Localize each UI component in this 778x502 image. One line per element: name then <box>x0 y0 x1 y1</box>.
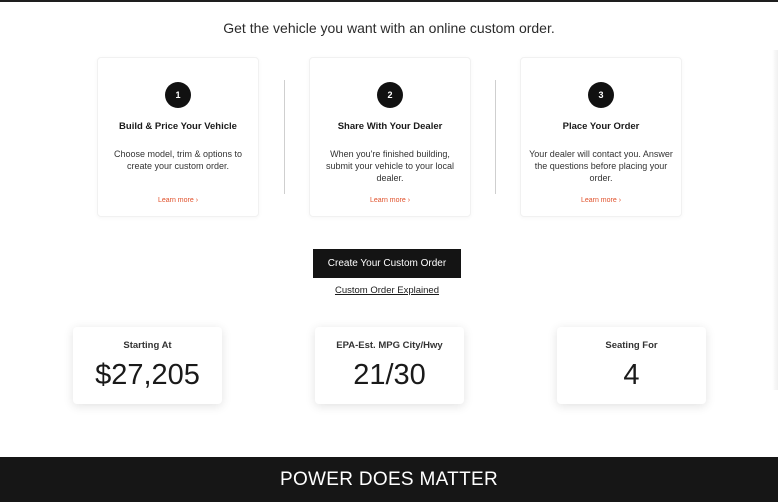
side-panel-shadow <box>772 50 778 390</box>
stat-value: 21/30 <box>353 359 426 391</box>
learn-more-link[interactable]: Learn more › <box>98 197 258 204</box>
step-title: Share With Your Dealer <box>337 121 443 132</box>
banner-title: POWER DOES MATTER <box>280 469 498 490</box>
stat-label: Seating For <box>605 340 658 351</box>
step-divider <box>495 80 496 194</box>
stat-label: Starting At <box>123 340 172 351</box>
step-number-badge: 3 <box>588 82 614 108</box>
stat-value: $27,205 <box>95 359 200 391</box>
step-number-badge: 1 <box>165 82 191 108</box>
stat-value: 4 <box>623 359 640 391</box>
learn-more-link[interactable]: Learn more › <box>310 197 470 204</box>
step-card-share-dealer: 2 Share With Your Dealer When you're fin… <box>309 57 471 217</box>
stat-card-seating: Seating For 4 <box>557 327 706 404</box>
create-custom-order-button[interactable]: Create Your Custom Order <box>313 249 461 278</box>
custom-order-explained-link[interactable]: Custom Order Explained <box>0 285 774 296</box>
stat-label: EPA-Est. MPG City/Hwy <box>336 340 443 351</box>
step-number-badge: 2 <box>377 82 403 108</box>
promo-banner: POWER DOES MATTER <box>0 457 778 502</box>
step-divider <box>284 80 285 194</box>
step-card-build-price: 1 Build & Price Your Vehicle Choose mode… <box>97 57 259 217</box>
step-description: Choose model, trim & options to create y… <box>113 149 243 171</box>
stat-card-starting-price: Starting At $27,205 <box>73 327 222 404</box>
step-title: Build & Price Your Vehicle <box>119 121 237 132</box>
step-description: When you're finished building, submit yo… <box>325 149 455 183</box>
top-divider-line <box>0 0 778 2</box>
step-description: Your dealer will contact you. Answer the… <box>529 149 673 183</box>
learn-more-link[interactable]: Learn more › <box>521 197 681 204</box>
stat-card-mpg: EPA-Est. MPG City/Hwy 21/30 <box>315 327 464 404</box>
intro-text: Get the vehicle you want with an online … <box>223 20 555 36</box>
step-card-place-order: 3 Place Your Order Your dealer will cont… <box>520 57 682 217</box>
step-title: Place Your Order <box>562 121 640 132</box>
